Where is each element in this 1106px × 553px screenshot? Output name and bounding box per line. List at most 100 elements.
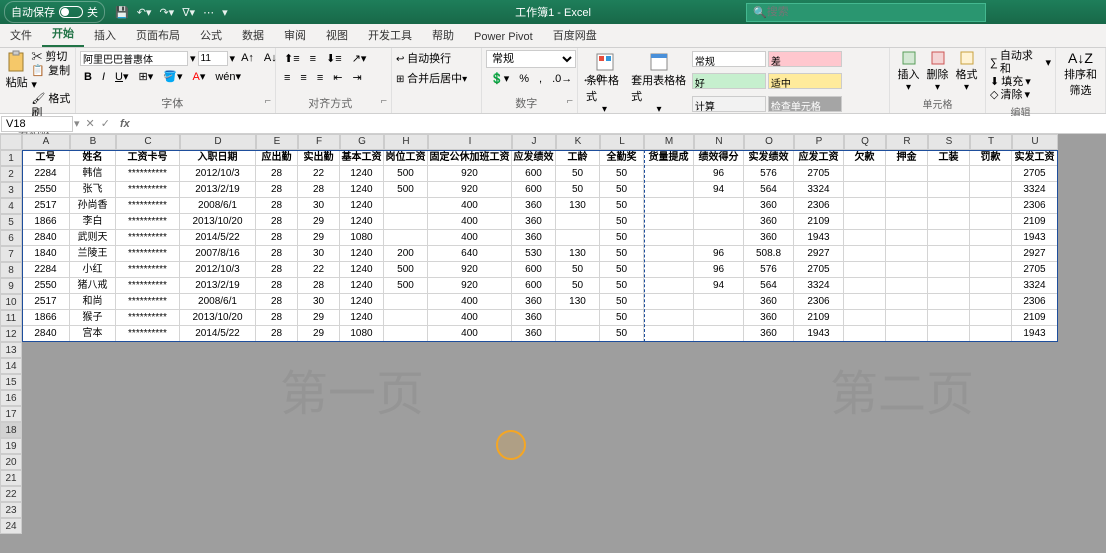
cell[interactable] bbox=[556, 310, 600, 326]
cell[interactable]: 29 bbox=[298, 326, 340, 342]
row-header[interactable]: 12 bbox=[0, 326, 22, 342]
table-format-button[interactable]: 套用表格格式▾ bbox=[627, 50, 691, 117]
cell[interactable]: 1943 bbox=[794, 326, 844, 342]
row-header[interactable]: 21 bbox=[0, 470, 22, 486]
cell[interactable]: 400 bbox=[428, 230, 512, 246]
tab-视图[interactable]: 视图 bbox=[316, 23, 358, 47]
cell[interactable]: 2008/6/1 bbox=[180, 294, 256, 310]
cell[interactable]: 3324 bbox=[1012, 278, 1058, 294]
row-header[interactable]: 17 bbox=[0, 406, 22, 422]
cell[interactable]: 应发绩效 bbox=[512, 150, 556, 166]
cell-styles-gallery[interactable]: 常规差好适中计算检查单元格 bbox=[691, 50, 885, 117]
align-middle-icon[interactable]: ≡ bbox=[306, 51, 320, 67]
cell[interactable]: ********** bbox=[116, 166, 180, 182]
cell[interactable] bbox=[384, 294, 428, 310]
cell[interactable]: 岗位工资 bbox=[384, 150, 428, 166]
cell[interactable]: 360 bbox=[512, 310, 556, 326]
cell[interactable]: 200 bbox=[384, 246, 428, 262]
tab-开始[interactable]: 开始 bbox=[42, 21, 84, 47]
cell[interactable]: 30 bbox=[298, 246, 340, 262]
cell[interactable]: 920 bbox=[428, 278, 512, 294]
column-header[interactable]: H bbox=[384, 134, 428, 150]
style-item[interactable]: 好 bbox=[692, 73, 766, 89]
cell[interactable]: 29 bbox=[298, 230, 340, 246]
cell[interactable]: 2705 bbox=[1012, 262, 1058, 278]
row-header[interactable]: 20 bbox=[0, 454, 22, 470]
cell[interactable] bbox=[694, 326, 744, 342]
cell[interactable]: 2705 bbox=[1012, 166, 1058, 182]
tab-公式[interactable]: 公式 bbox=[190, 23, 232, 47]
align-right-icon[interactable]: ≡ bbox=[313, 70, 327, 86]
cell[interactable]: 28 bbox=[256, 182, 298, 198]
align-top-icon[interactable]: ⬆≡ bbox=[280, 50, 304, 67]
cell[interactable] bbox=[928, 310, 970, 326]
column-header[interactable]: B bbox=[70, 134, 116, 150]
insert-cells-button[interactable]: 插入▾ bbox=[894, 50, 923, 94]
cell[interactable]: 28 bbox=[298, 182, 340, 198]
enter-icon[interactable]: ✓ bbox=[101, 117, 110, 130]
cell[interactable]: 2306 bbox=[794, 198, 844, 214]
cell[interactable]: 小红 bbox=[70, 262, 116, 278]
cell[interactable]: 50 bbox=[600, 278, 644, 294]
format-cells-button[interactable]: 格式▾ bbox=[952, 50, 981, 94]
cell[interactable] bbox=[886, 182, 928, 198]
cell[interactable]: 600 bbox=[512, 278, 556, 294]
cell[interactable]: 50 bbox=[600, 326, 644, 342]
indent-increase-icon[interactable]: ⇥ bbox=[348, 69, 365, 86]
filter-icon[interactable]: ∇▾ bbox=[182, 6, 195, 19]
cell[interactable] bbox=[970, 310, 1012, 326]
autosave-toggle[interactable]: 自动保存 关 bbox=[4, 1, 105, 23]
cell[interactable]: 绩效得分 bbox=[694, 150, 744, 166]
paste-button[interactable]: 粘贴 bbox=[4, 50, 29, 120]
cell[interactable]: 2705 bbox=[794, 262, 844, 278]
indent-decrease-icon[interactable]: ⇤ bbox=[329, 69, 346, 86]
cell[interactable]: 360 bbox=[512, 294, 556, 310]
tab-页面布局[interactable]: 页面布局 bbox=[126, 23, 190, 47]
cell[interactable]: 920 bbox=[428, 166, 512, 182]
cell[interactable]: 1240 bbox=[340, 214, 384, 230]
cell[interactable]: 罚款 bbox=[970, 150, 1012, 166]
cell[interactable] bbox=[886, 246, 928, 262]
tab-帮助[interactable]: 帮助 bbox=[422, 23, 464, 47]
cell[interactable]: ********** bbox=[116, 294, 180, 310]
cell[interactable] bbox=[694, 294, 744, 310]
dialog-launcher-icon[interactable]: ⌐ bbox=[265, 95, 271, 107]
cell[interactable]: 360 bbox=[744, 326, 794, 342]
cell[interactable]: 孙尚香 bbox=[70, 198, 116, 214]
cell[interactable]: 400 bbox=[428, 326, 512, 342]
cell[interactable]: 360 bbox=[744, 294, 794, 310]
column-header[interactable]: D bbox=[180, 134, 256, 150]
cell[interactable]: ********** bbox=[116, 262, 180, 278]
cell[interactable]: 600 bbox=[512, 262, 556, 278]
cell[interactable]: 29 bbox=[298, 310, 340, 326]
column-header[interactable]: E bbox=[256, 134, 298, 150]
cell[interactable]: 360 bbox=[744, 198, 794, 214]
cell[interactable]: 2012/10/3 bbox=[180, 262, 256, 278]
cell[interactable]: 2013/2/19 bbox=[180, 278, 256, 294]
cell[interactable]: 猪八戒 bbox=[70, 278, 116, 294]
cell[interactable] bbox=[644, 326, 694, 342]
cell[interactable]: 96 bbox=[694, 262, 744, 278]
tab-文件[interactable]: 文件 bbox=[0, 23, 42, 47]
cell[interactable]: 96 bbox=[694, 166, 744, 182]
cell[interactable]: ********** bbox=[116, 326, 180, 342]
cell[interactable]: 28 bbox=[256, 278, 298, 294]
column-header[interactable]: R bbox=[886, 134, 928, 150]
cell[interactable]: 2840 bbox=[22, 326, 70, 342]
style-item[interactable]: 常规 bbox=[692, 51, 766, 67]
cell[interactable]: 28 bbox=[256, 246, 298, 262]
cell[interactable] bbox=[970, 214, 1012, 230]
cell[interactable] bbox=[970, 230, 1012, 246]
cell[interactable]: 1943 bbox=[1012, 326, 1058, 342]
cell[interactable] bbox=[644, 294, 694, 310]
style-item[interactable]: 适中 bbox=[768, 73, 842, 89]
clear-button[interactable]: ◇ 清除▾ bbox=[990, 89, 1051, 102]
increase-font-icon[interactable]: A↑ bbox=[237, 50, 258, 66]
row-header[interactable]: 23 bbox=[0, 502, 22, 518]
cell[interactable]: 50 bbox=[600, 262, 644, 278]
cell[interactable]: 武则天 bbox=[70, 230, 116, 246]
cell[interactable]: 1240 bbox=[340, 278, 384, 294]
cell[interactable] bbox=[886, 198, 928, 214]
align-left-icon[interactable]: ≡ bbox=[280, 70, 294, 86]
cell[interactable]: 130 bbox=[556, 246, 600, 262]
